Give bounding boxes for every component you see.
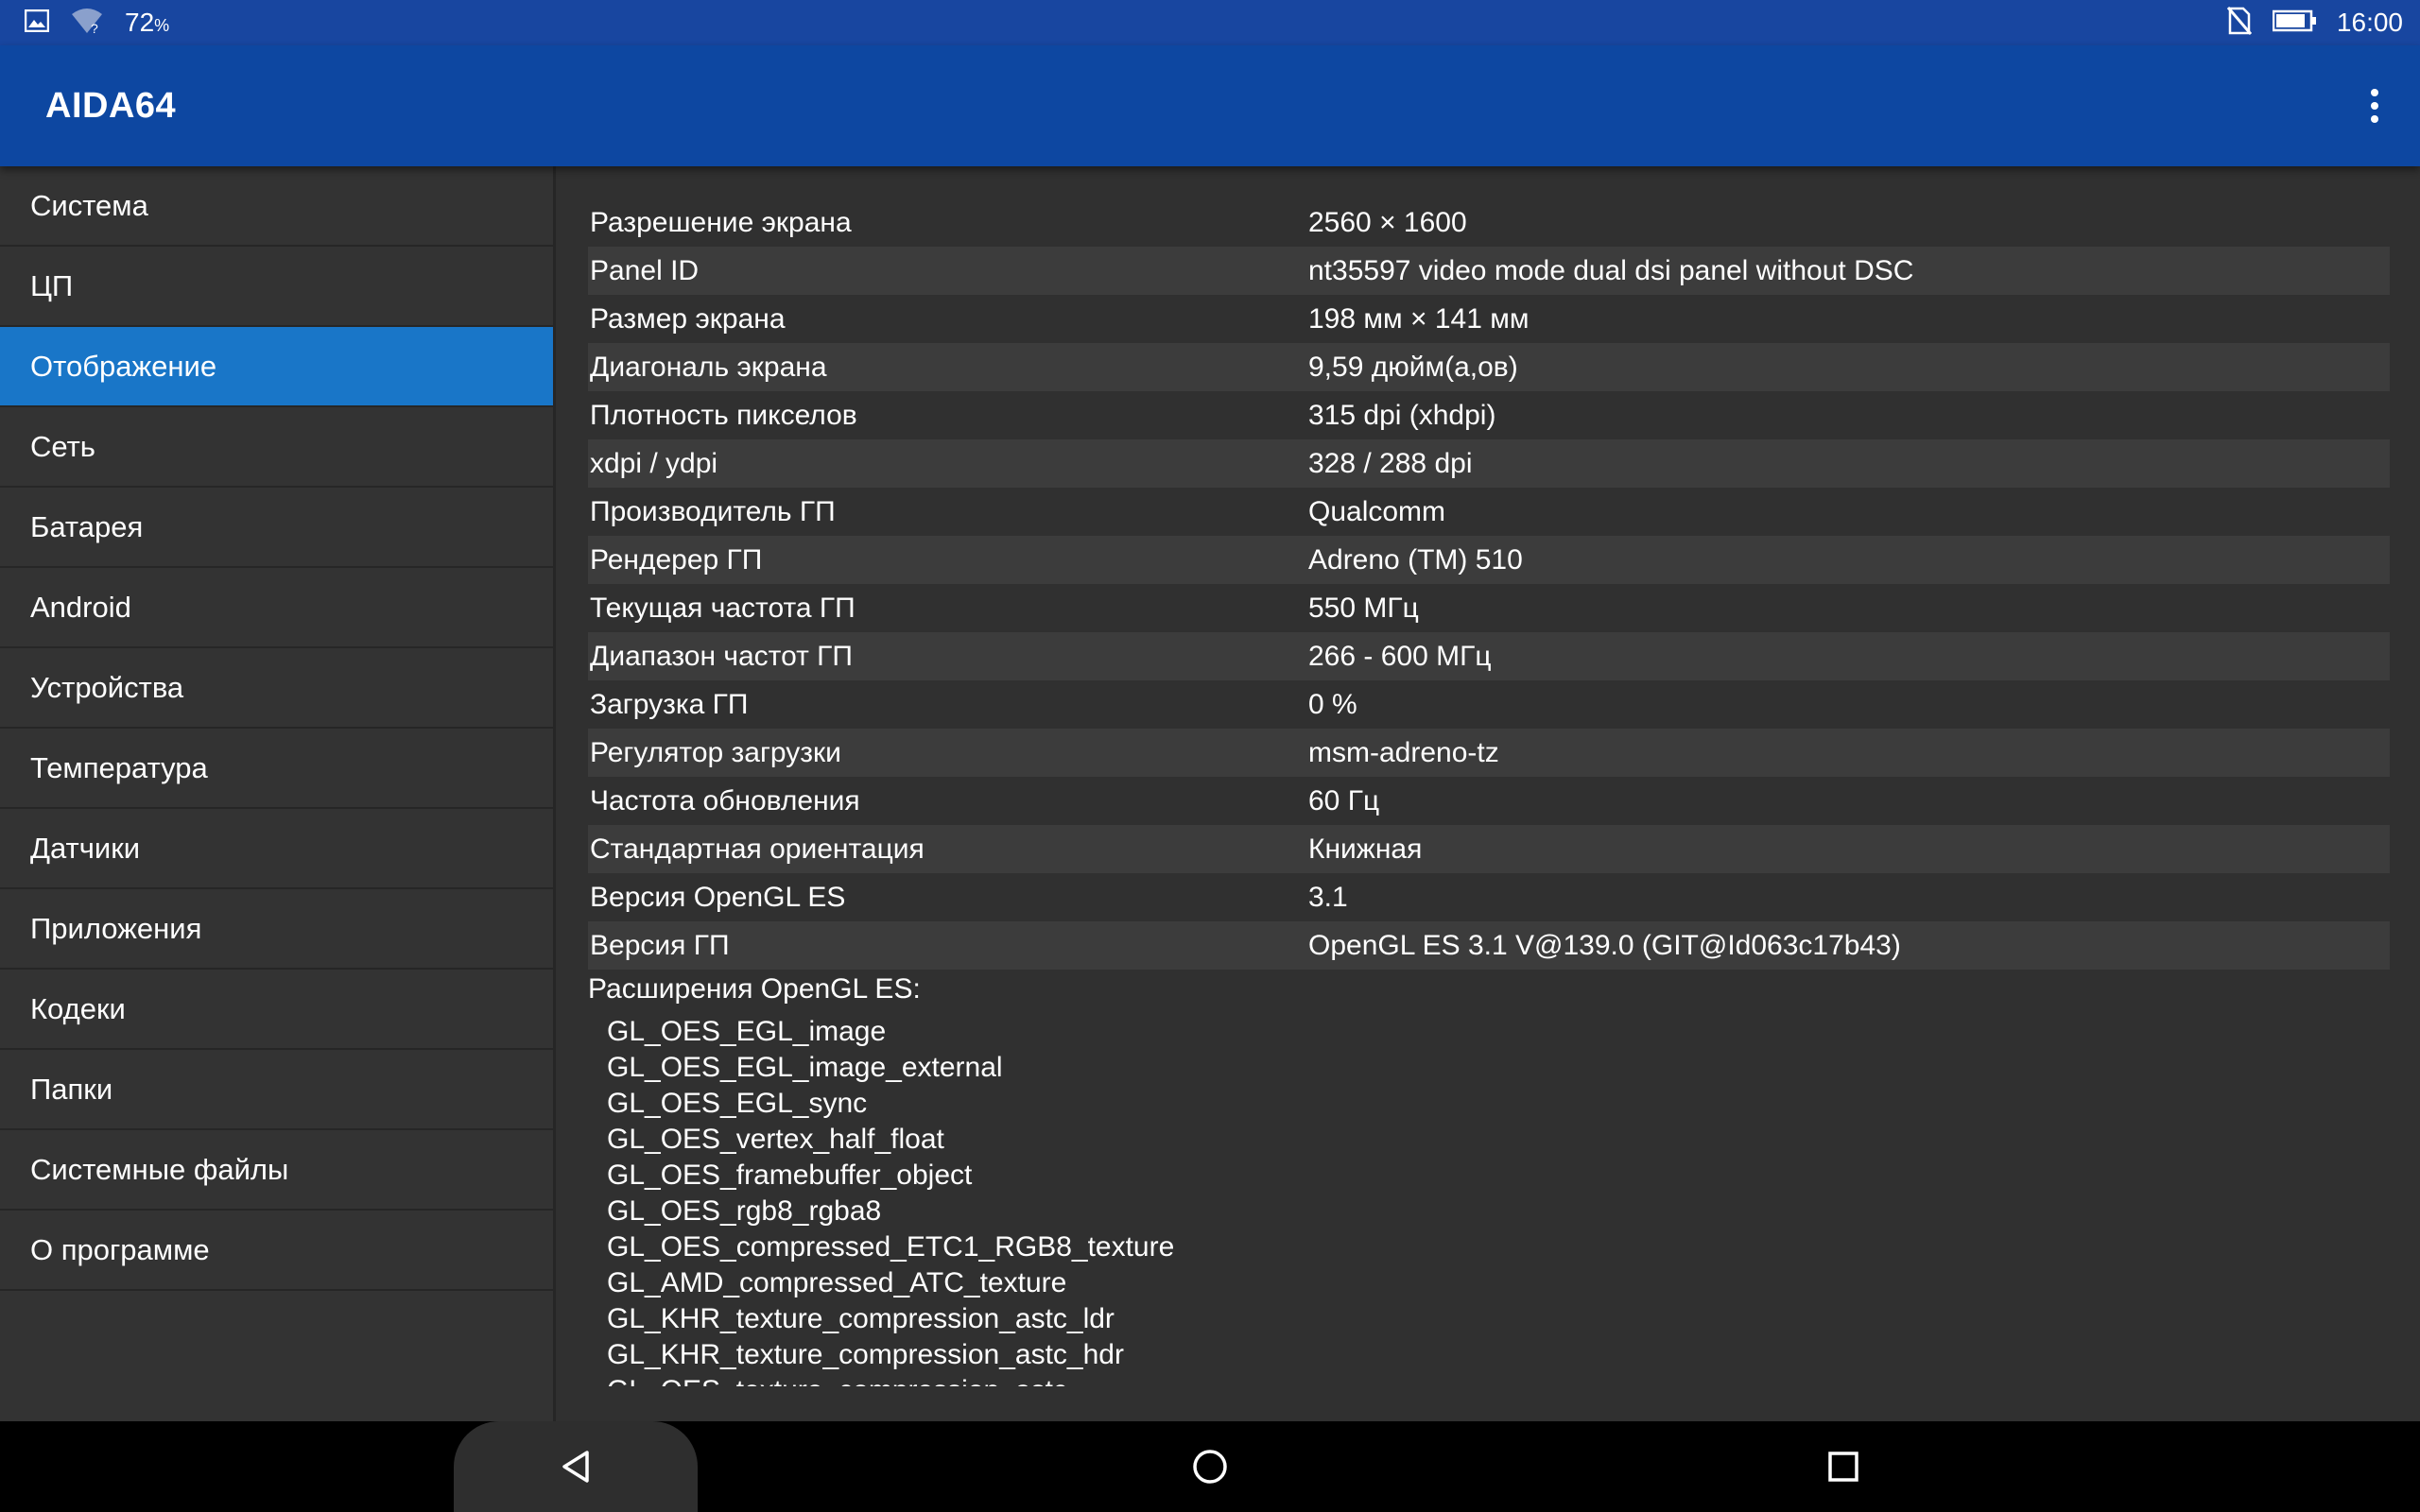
menu-dot [2371,115,2378,123]
battery-percent: 72% [125,8,170,37]
sidebar-item-sensors[interactable]: Датчики [0,809,553,889]
info-key: xdpi / ydpi [590,447,718,479]
sidebar-item-system-files[interactable]: Системные файлы [0,1130,553,1211]
more-vert-icon[interactable] [2352,77,2397,134]
info-value: 3.1 [1308,881,1348,913]
info-value: Adreno (TM) 510 [1308,543,1523,576]
info-key: Производитель ГП [590,495,836,527]
info-row: xdpi / ydpi 328 / 288 dpi [588,439,2390,488]
extensions-list: GL_OES_EGL_image GL_OES_EGL_image_extern… [607,1014,1174,1386]
svg-text:?: ? [91,21,98,35]
sidebar-item-android[interactable]: Android [0,568,553,648]
status-bar-right: 16:00 [2226,0,2403,45]
list-item: GL_KHR_texture_compression_astc_ldr [607,1303,1115,1334]
list-item: GL_KHR_texture_compression_astc_hdr [607,1339,1124,1370]
info-row: Загрузка ГП 0 % [588,680,2390,729]
navigation-bar [0,1421,2420,1512]
info-key: Разрешение экрана [590,206,852,238]
clock: 16:00 [2336,8,2403,37]
info-row: Версия OpenGL ES 3.1 [588,873,2390,921]
list-item: GL_OES_EGL_image_external [607,1052,1003,1083]
image-icon [24,9,50,37]
info-key: Загрузка ГП [590,688,749,720]
sidebar: Система ЦП Отображение Сеть Батарея Andr… [0,166,556,1421]
list-item: GL_OES_vertex_half_float [607,1124,944,1155]
info-value: 0 % [1308,688,1357,720]
info-row: Размер экрана 198 мм × 141 мм [588,295,2390,343]
info-value: Книжная [1308,833,1423,865]
info-row: Panel ID nt35597 video mode dual dsi pane… [588,247,2390,295]
info-row: Диагональ экрана 9,59 дюйм(а,ов) [588,343,2390,391]
info-value: 550 МГц [1308,592,1419,624]
sidebar-item-apps[interactable]: Приложения [0,889,553,970]
info-table: Разрешение экрана 2560 × 1600 Panel ID nt3… [588,198,2390,970]
back-icon[interactable] [519,1421,632,1512]
info-row: Частота обновления 60 Гц [588,777,2390,825]
info-key: Panel ID [590,254,700,286]
sidebar-item-display[interactable]: Отображение [0,327,553,407]
battery-icon [2272,9,2316,37]
menu-dot [2371,89,2378,96]
info-value: 198 мм × 141 мм [1308,302,1530,335]
list-item: GL_AMD_compressed_ATC_texture [607,1267,1067,1298]
info-key: Размер экрана [590,302,786,335]
info-value: 266 - 600 МГц [1308,640,1492,672]
sidebar-item-codecs[interactable]: Кодеки [0,970,553,1050]
list-item: GL_OES_rgb8_rgba8 [607,1195,882,1227]
sidebar-item-cpu[interactable]: ЦП [0,247,553,327]
recents-icon[interactable] [1787,1421,1900,1512]
info-key: Плотность пикселов [590,399,857,431]
info-value: 60 Гц [1308,784,1380,816]
info-value: 9,59 дюйм(а,ов) [1308,351,1518,383]
list-item: GL_OES_EGL_sync [607,1088,868,1119]
sidebar-item-battery[interactable]: Батарея [0,488,553,568]
info-key: Версия OpenGL ES [590,881,846,913]
app-title: AIDA64 [45,86,177,126]
info-row: Стандартная ориентация Книжная [588,825,2390,873]
info-key: Рендерер ГП [590,543,763,576]
info-value: Qualcomm [1308,495,1446,527]
info-key: Частота обновления [590,784,860,816]
info-key: Диагональ экрана [590,351,827,383]
sidebar-item-folders[interactable]: Папки [0,1050,553,1130]
info-row: Регулятор загрузки msm-adreno-tz [588,729,2390,777]
info-key: Текущая частота ГП [590,592,856,624]
info-value: msm-adreno-tz [1308,736,1499,768]
info-key: Диапазон частот ГП [590,640,853,672]
info-row: Текущая частота ГП 550 МГц [588,584,2390,632]
info-key: Стандартная ориентация [590,833,925,865]
info-key: Версия ГП [590,929,730,961]
info-row: Разрешение экрана 2560 × 1600 [588,198,2390,247]
home-icon[interactable] [1153,1421,1267,1512]
sidebar-item-network[interactable]: Сеть [0,407,553,488]
info-row: Рендерер ГП Adreno (TM) 510 [588,536,2390,584]
list-item: GL_OES_EGL_image [607,1016,887,1047]
info-row: Производитель ГП Qualcomm [588,488,2390,536]
info-value: 2560 × 1600 [1308,206,1467,238]
info-value: 315 dpi (xhdpi) [1308,399,1496,431]
sidebar-item-about[interactable]: О программе [0,1211,553,1291]
no-sim-icon [2226,6,2253,40]
info-key: Регулятор загрузки [590,736,841,768]
info-value: 328 / 288 dpi [1308,447,1473,479]
info-row: Диапазон частот ГП 266 - 600 МГц [588,632,2390,680]
sidebar-item-temperature[interactable]: Температура [0,729,553,809]
sidebar-item-system[interactable]: Система [0,166,553,247]
status-bar-left: ? 72% [24,7,170,40]
app-bar: AIDA64 [0,45,2420,166]
sidebar-item-devices[interactable]: Устройства [0,648,553,729]
info-row: Версия ГП OpenGL ES 3.1 V@139.0 (GIT@Id06… [588,921,2390,970]
list-item: GL_OES_framebuffer_object [607,1160,973,1191]
info-value: nt35597 video mode dual dsi panel withou… [1308,254,1914,286]
info-value: OpenGL ES 3.1 V@139.0 (GIT@Id063c17b43) [1308,929,1901,961]
menu-dot [2371,102,2378,110]
wifi-icon: ? [70,7,104,40]
list-item: GL_OES_compressed_ETC1_RGB8_texture [607,1231,1175,1263]
status-bar: ? 72% 16:00 [0,0,2420,45]
info-row: Плотность пикселов 315 dpi (xhdpi) [588,391,2390,439]
list-item: GL_OES_texture_compression_astc [607,1373,1174,1386]
extensions-title: Расширения OpenGL ES: [588,973,921,1005]
